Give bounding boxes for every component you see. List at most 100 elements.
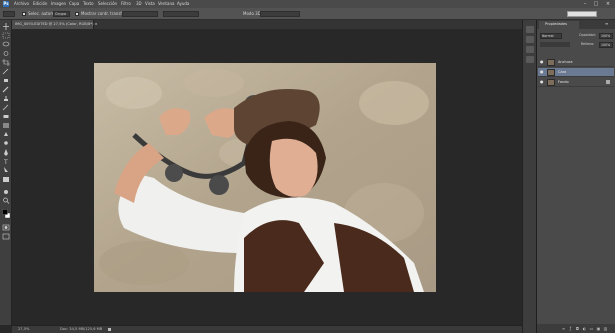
close-button[interactable]: × [603, 0, 613, 8]
color-swatches-icon[interactable] [2, 209, 11, 219]
menu-capa[interactable]: Capa [69, 1, 79, 7]
layer-name: Cara [558, 70, 567, 74]
quick-select-tool-icon[interactable] [2, 50, 10, 57]
status-bar: 27,5% Doc: 34,5 MB/125,6 MB [12, 325, 522, 333]
menu-edicion[interactable]: Edición [33, 1, 47, 7]
fill-value: 100% [601, 43, 611, 47]
hand-tool-icon[interactable] [2, 188, 10, 195]
layer-row-fondo[interactable]: ● Fondo [538, 78, 614, 87]
layer-thumbnail [547, 79, 555, 86]
opacity-value: 100% [601, 34, 611, 38]
delete-layer-icon[interactable]: ▥ [603, 326, 608, 331]
screen-mode-icon[interactable] [2, 233, 10, 240]
svg-text:T: T [3, 159, 8, 165]
layers-panel-footer: ∞ ƒ ◘ ◐ ▭ ▣ ▥ [537, 324, 615, 333]
menu-seleccion[interactable]: Selección [98, 1, 117, 7]
quick-mask-icon[interactable] [2, 224, 10, 231]
healing-brush-tool-icon[interactable] [2, 77, 10, 84]
photoshop-logo-icon[interactable]: Ps [3, 1, 9, 7]
opacity-field[interactable]: 100% [599, 33, 613, 39]
visibility-eye-icon[interactable]: ● [540, 70, 544, 74]
show-transform-label: Mostrar contr. transf. [81, 11, 123, 16]
zoom-tool-icon[interactable] [2, 197, 10, 204]
history-brush-tool-icon[interactable] [2, 104, 10, 111]
options-bar: Selec. autom.: Grupo Mostrar contr. tran… [0, 8, 615, 20]
blend-mode-dropdown[interactable]: Normal [540, 33, 562, 39]
document-tab-title: IMG_0093-EDITED @ 27,5% (Color, RGB/8*) … [15, 22, 98, 26]
panel-dock [522, 20, 536, 333]
pen-tool-icon[interactable] [2, 149, 10, 156]
document-image[interactable] [94, 63, 436, 292]
document-size-info[interactable]: Doc: 34,5 MB/125,6 MB [60, 327, 102, 332]
opacity-label: Opacidad: [579, 33, 596, 37]
blur-tool-icon[interactable] [2, 131, 10, 138]
menu-imagen[interactable]: Imagen [51, 1, 66, 7]
menu-vista[interactable]: Vista [145, 1, 155, 7]
layer-name: Fondo [558, 80, 569, 84]
new-group-icon[interactable]: ▭ [589, 326, 594, 331]
menu-archivo[interactable]: Archivo [14, 1, 29, 7]
layer-name: Anchura [558, 60, 573, 64]
lock-icon [606, 80, 610, 84]
layer-thumbnail [547, 69, 555, 76]
move-tool-preset-icon[interactable] [3, 11, 15, 17]
menu-texto[interactable]: Texto [83, 1, 94, 7]
marquee-tool-icon[interactable] [2, 32, 10, 39]
auto-select-checkbox[interactable] [22, 12, 26, 16]
status-menu-arrow-icon[interactable] [108, 328, 111, 331]
menu-ayuda[interactable]: Ayuda [177, 1, 189, 7]
layer-row-anchura[interactable]: ● Anchura [538, 58, 614, 67]
gradient-tool-icon[interactable] [2, 122, 10, 129]
adjustment-layer-icon[interactable]: ◐ [582, 326, 587, 331]
panel-header: Propiedades ≡ [537, 20, 615, 29]
type-tool-icon[interactable]: T [2, 158, 10, 165]
dodge-tool-icon[interactable] [2, 140, 10, 147]
menu-3d[interactable]: 3D [136, 1, 142, 7]
lock-buttons[interactable] [540, 42, 570, 47]
auto-select-value: Grupo [55, 12, 67, 16]
brush-tool-icon[interactable] [2, 86, 10, 93]
paragraph-panel-icon[interactable] [526, 56, 534, 63]
auto-select-dropdown[interactable]: Grupo [53, 11, 70, 17]
link-layers-icon[interactable]: ∞ [561, 326, 566, 331]
workspace-switcher[interactable] [567, 11, 597, 17]
distribute-buttons-group[interactable] [163, 11, 199, 17]
eyedropper-tool-icon[interactable] [2, 68, 10, 75]
menu-bar: Ps Archivo Edición Imagen Capa Texto Sel… [0, 0, 615, 8]
layer-thumbnail [547, 59, 555, 66]
eraser-tool-icon[interactable] [2, 113, 10, 120]
add-mask-icon[interactable]: ◘ [575, 326, 580, 331]
shape-tool-icon[interactable] [2, 176, 10, 183]
new-layer-icon[interactable]: ▣ [596, 326, 601, 331]
visibility-eye-icon[interactable]: ● [540, 80, 544, 84]
maximize-button[interactable]: □ [591, 0, 601, 8]
show-transform-checkbox[interactable] [75, 12, 79, 16]
document-tab-bar: IMG_0093-EDITED @ 27,5% (Color, RGB/8*) … [12, 20, 522, 29]
character-panel-icon[interactable] [526, 46, 534, 53]
panel-menu-icon[interactable]: ≡ [605, 22, 611, 26]
tools-panel: T [0, 20, 12, 325]
menu-ventana[interactable]: Ventana [158, 1, 174, 7]
layer-row-cara[interactable]: ● Cara [538, 68, 614, 77]
move-tool-icon[interactable] [2, 23, 10, 30]
menu-filtro[interactable]: Filtro [121, 1, 131, 7]
history-panel-icon[interactable] [526, 26, 534, 33]
panel-tab-label: Propiedades [545, 22, 568, 26]
fill-label: Relleno: [581, 42, 595, 46]
align-buttons-group[interactable] [122, 11, 158, 17]
lasso-tool-icon[interactable] [2, 41, 10, 48]
minimize-button[interactable]: – [580, 0, 590, 8]
blend-mode-value: Normal [542, 34, 554, 38]
crop-tool-icon[interactable] [2, 59, 10, 66]
tab-propiedades[interactable]: Propiedades [539, 21, 579, 29]
clone-stamp-tool-icon[interactable] [2, 95, 10, 102]
path-select-tool-icon[interactable] [2, 167, 10, 174]
mode-3d-buttons[interactable] [260, 11, 300, 17]
document-tab[interactable]: IMG_0093-EDITED @ 27,5% (Color, RGB/8*) … [12, 20, 98, 29]
visibility-eye-icon[interactable]: ● [540, 60, 544, 64]
actions-panel-icon[interactable] [526, 36, 534, 43]
fill-field[interactable]: 100% [599, 42, 613, 48]
layer-style-icon[interactable]: ƒ [568, 326, 573, 331]
zoom-level[interactable]: 27,5% [18, 327, 29, 332]
layers-panel: Propiedades ≡ Normal Opacidad: 100% Rell… [536, 20, 615, 333]
